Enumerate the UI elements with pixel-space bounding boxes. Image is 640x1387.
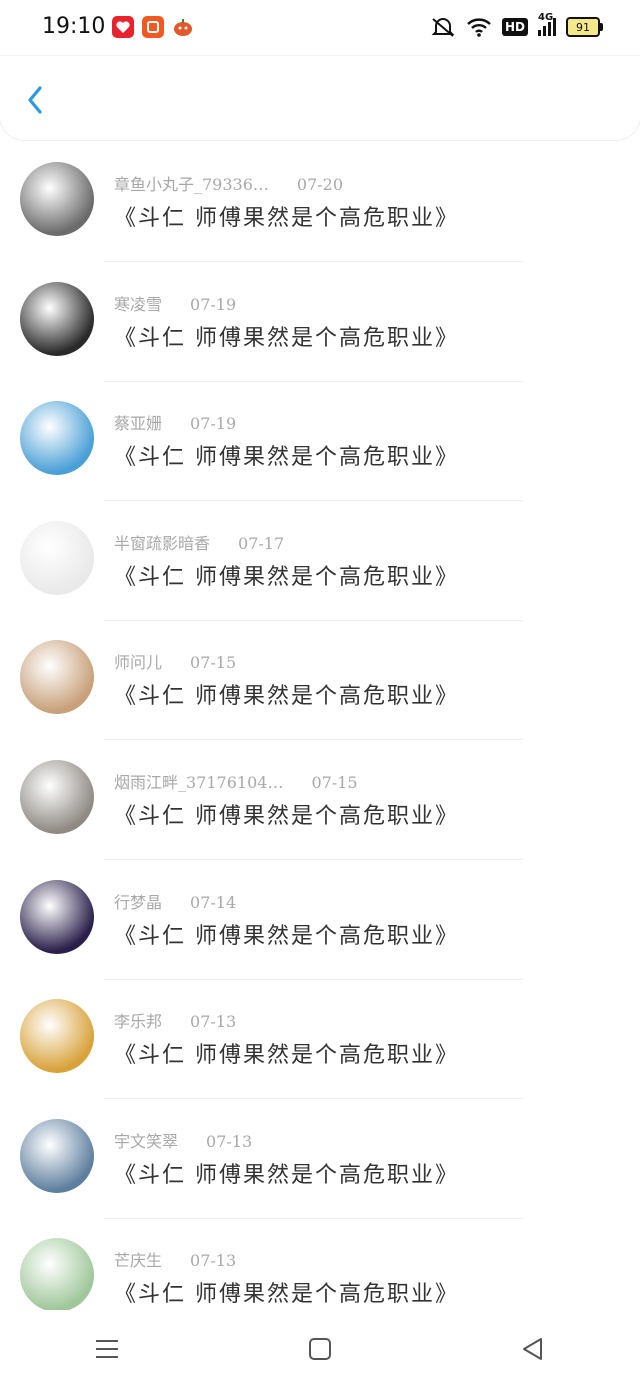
4g-signal-icon: 4G xyxy=(538,12,556,36)
comment-title[interactable]: 《斗仁 师傅果然是个高危职业》 xyxy=(114,1157,459,1189)
comment-item[interactable]: 章鱼小丸子_79336… 07-20 《斗仁 师傅果然是个高危职业》 xyxy=(0,142,640,262)
comment-title[interactable]: 《斗仁 师傅果然是个高危职业》 xyxy=(114,559,459,591)
comment-title[interactable]: 《斗仁 师傅果然是个高危职业》 xyxy=(114,918,459,950)
comment-date: 07-17 xyxy=(238,534,285,553)
comment-title[interactable]: 《斗仁 师傅果然是个高危职业》 xyxy=(114,200,459,232)
game-icon xyxy=(172,16,194,38)
comment-meta: 蔡亚姗 07-19 xyxy=(114,410,236,434)
comment-date: 07-20 xyxy=(296,175,344,194)
menu-button[interactable] xyxy=(77,1329,137,1369)
comment-title[interactable]: 《斗仁 师傅果然是个高危职业》 xyxy=(114,439,459,471)
username[interactable]: 芒庆生 xyxy=(114,1251,162,1270)
battery-icon: 91 xyxy=(566,17,603,37)
avatar[interactable] xyxy=(20,760,94,834)
comment-meta: 师问儿 07-15 xyxy=(114,649,236,673)
status-system-icons: HD 4G 91 xyxy=(430,12,603,38)
username[interactable]: 寒凌雪 xyxy=(114,295,162,314)
avatar[interactable] xyxy=(20,282,94,356)
battery-level: 91 xyxy=(576,20,590,34)
comment-meta: 烟雨江畔_37176104… 07-15 xyxy=(114,769,358,793)
comment-meta: 行梦晶 07-14 xyxy=(114,889,236,913)
username[interactable]: 宇文笑翠 xyxy=(114,1132,178,1151)
username[interactable]: 师问儿 xyxy=(114,653,162,672)
mute-icon xyxy=(431,18,455,37)
avatar[interactable] xyxy=(20,1119,94,1193)
comment-item[interactable]: 半窗疏影暗香 07-17 《斗仁 师傅果然是个高危职业》 xyxy=(0,501,640,621)
comment-item[interactable]: 蔡亚姗 07-19 《斗仁 师傅果然是个高危职业》 xyxy=(0,381,640,501)
comment-date: 07-13 xyxy=(206,1132,253,1151)
header xyxy=(0,56,640,140)
home-button[interactable] xyxy=(290,1329,350,1369)
username[interactable]: 李乐邦 xyxy=(114,1012,162,1031)
comment-meta: 宇文笑翠 07-13 xyxy=(114,1128,252,1152)
avatar[interactable] xyxy=(20,999,94,1073)
comment-title[interactable]: 《斗仁 师傅果然是个高危职业》 xyxy=(114,798,459,830)
comment-date: 07-15 xyxy=(311,773,358,792)
username[interactable]: 章鱼小丸子_79336… xyxy=(114,175,269,194)
system-back-button[interactable] xyxy=(503,1329,563,1369)
comment-date: 07-14 xyxy=(190,893,237,912)
status-app-icons xyxy=(112,16,194,38)
comment-meta: 寒凌雪 07-19 xyxy=(114,291,236,315)
avatar[interactable] xyxy=(20,521,94,595)
chevron-left-icon xyxy=(28,86,42,114)
comment-item[interactable]: 师问儿 07-15 《斗仁 师傅果然是个高危职业》 xyxy=(0,620,640,740)
comment-date: 07-19 xyxy=(190,414,237,433)
comment-date: 07-15 xyxy=(190,653,237,672)
comment-item[interactable]: 宇文笑翠 07-13 《斗仁 师傅果然是个高危职业》 xyxy=(0,1099,640,1219)
username[interactable]: 行梦晶 xyxy=(114,893,162,912)
home-square-icon xyxy=(308,1337,331,1360)
comment-item[interactable]: 寒凌雪 07-19 《斗仁 师傅果然是个高危职业》 xyxy=(0,262,640,382)
avatar[interactable] xyxy=(20,401,94,475)
comment-title[interactable]: 《斗仁 师傅果然是个高危职业》 xyxy=(114,678,459,710)
avatar[interactable] xyxy=(20,640,94,714)
comment-title[interactable]: 《斗仁 师傅果然是个高危职业》 xyxy=(114,1276,459,1308)
comment-date: 07-13 xyxy=(190,1012,237,1031)
wifi-icon xyxy=(467,18,491,37)
comment-title[interactable]: 《斗仁 师傅果然是个高危职业》 xyxy=(114,320,459,352)
comment-item[interactable]: 烟雨江畔_37176104… 07-15 《斗仁 师傅果然是个高危职业》 xyxy=(0,740,640,860)
username[interactable]: 烟雨江畔_37176104… xyxy=(114,773,283,792)
system-nav-bar xyxy=(0,1310,640,1387)
username[interactable]: 半窗疏影暗香 xyxy=(114,534,210,553)
taobao-icon xyxy=(142,16,164,38)
network-label: 4G xyxy=(538,12,554,23)
back-button[interactable] xyxy=(18,78,58,118)
comment-item[interactable]: 行梦晶 07-14 《斗仁 师傅果然是个高危职业》 xyxy=(0,860,640,980)
comment-date: 07-13 xyxy=(190,1251,237,1270)
username[interactable]: 蔡亚姗 xyxy=(114,414,162,433)
status-bar: 19:10 HD 4G 91 xyxy=(0,0,640,56)
avatar[interactable] xyxy=(20,880,94,954)
comment-meta: 李乐邦 07-13 xyxy=(114,1008,236,1032)
comment-meta: 半窗疏影暗香 07-17 xyxy=(114,530,284,554)
menu-icon xyxy=(95,1339,118,1358)
comment-meta: 章鱼小丸子_79336… 07-20 xyxy=(114,171,343,195)
comment-date: 07-19 xyxy=(190,295,237,314)
comment-item[interactable]: 李乐邦 07-13 《斗仁 师傅果然是个高危职业》 xyxy=(0,979,640,1099)
comment-title[interactable]: 《斗仁 师傅果然是个高危职业》 xyxy=(114,1037,459,1069)
hd-icon: HD xyxy=(501,18,528,36)
back-triangle-icon xyxy=(523,1337,543,1360)
avatar[interactable] xyxy=(20,1238,94,1312)
status-time: 19:10 xyxy=(42,14,106,39)
comment-meta: 芒庆生 07-13 xyxy=(114,1247,236,1271)
pinduoduo-icon xyxy=(112,16,134,38)
avatar[interactable] xyxy=(20,162,94,236)
